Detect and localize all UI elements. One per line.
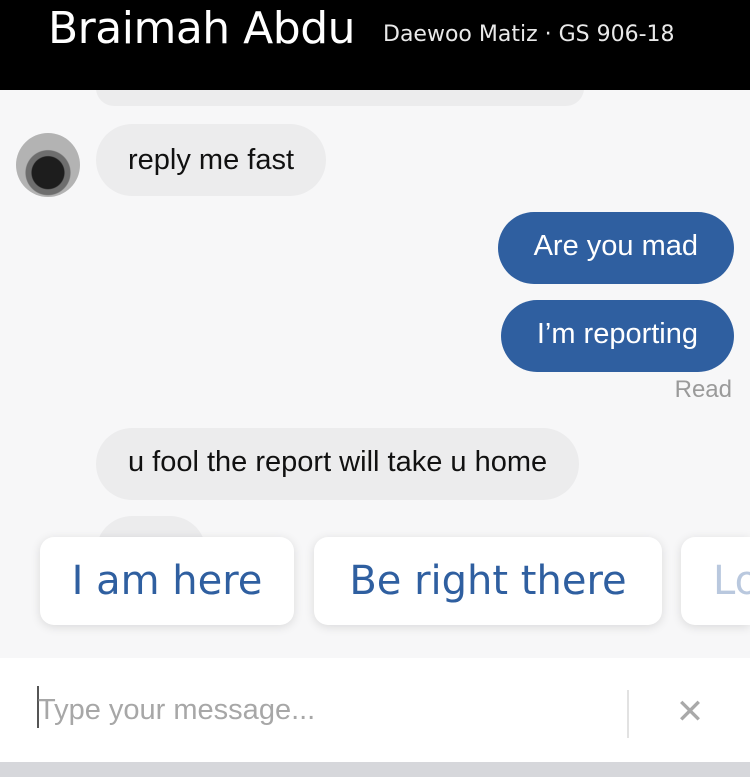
- close-icon[interactable]: ✕: [672, 694, 708, 730]
- read-receipt: Read: [674, 376, 732, 403]
- message-bubble-incoming: u fool the report will take u home: [96, 428, 580, 500]
- keyboard-edge: [0, 762, 750, 777]
- message-text: u fool the report will take u home: [128, 446, 548, 478]
- message-bubble-incoming: reply me fast: [96, 124, 326, 196]
- quick-reply-partial[interactable]: Lo: [681, 537, 750, 625]
- message-text: reply me fast: [128, 144, 294, 176]
- contact-name: Braimah Abdu: [48, 3, 356, 54]
- chat-header: Braimah Abdu Daewoo Matiz · GS 906-18: [0, 0, 750, 90]
- message-bubble-outgoing: Are you mad: [497, 212, 734, 284]
- contact-avatar[interactable]: [16, 133, 80, 197]
- vehicle-info: Daewoo Matiz · GS 906-18: [383, 22, 675, 47]
- message-text: Are you mad: [533, 230, 698, 262]
- message-composer: ✕: [0, 658, 750, 762]
- quick-reply-be-right-there[interactable]: Be right there: [314, 537, 662, 625]
- partial-incoming-bubble: [96, 90, 584, 106]
- quick-reply-i-am-here[interactable]: I am here: [40, 537, 294, 625]
- message-bubble-outgoing: I’m reporting: [500, 300, 734, 372]
- composer-divider: [627, 690, 629, 738]
- message-input[interactable]: [38, 688, 598, 732]
- message-text: I’m reporting: [536, 318, 698, 350]
